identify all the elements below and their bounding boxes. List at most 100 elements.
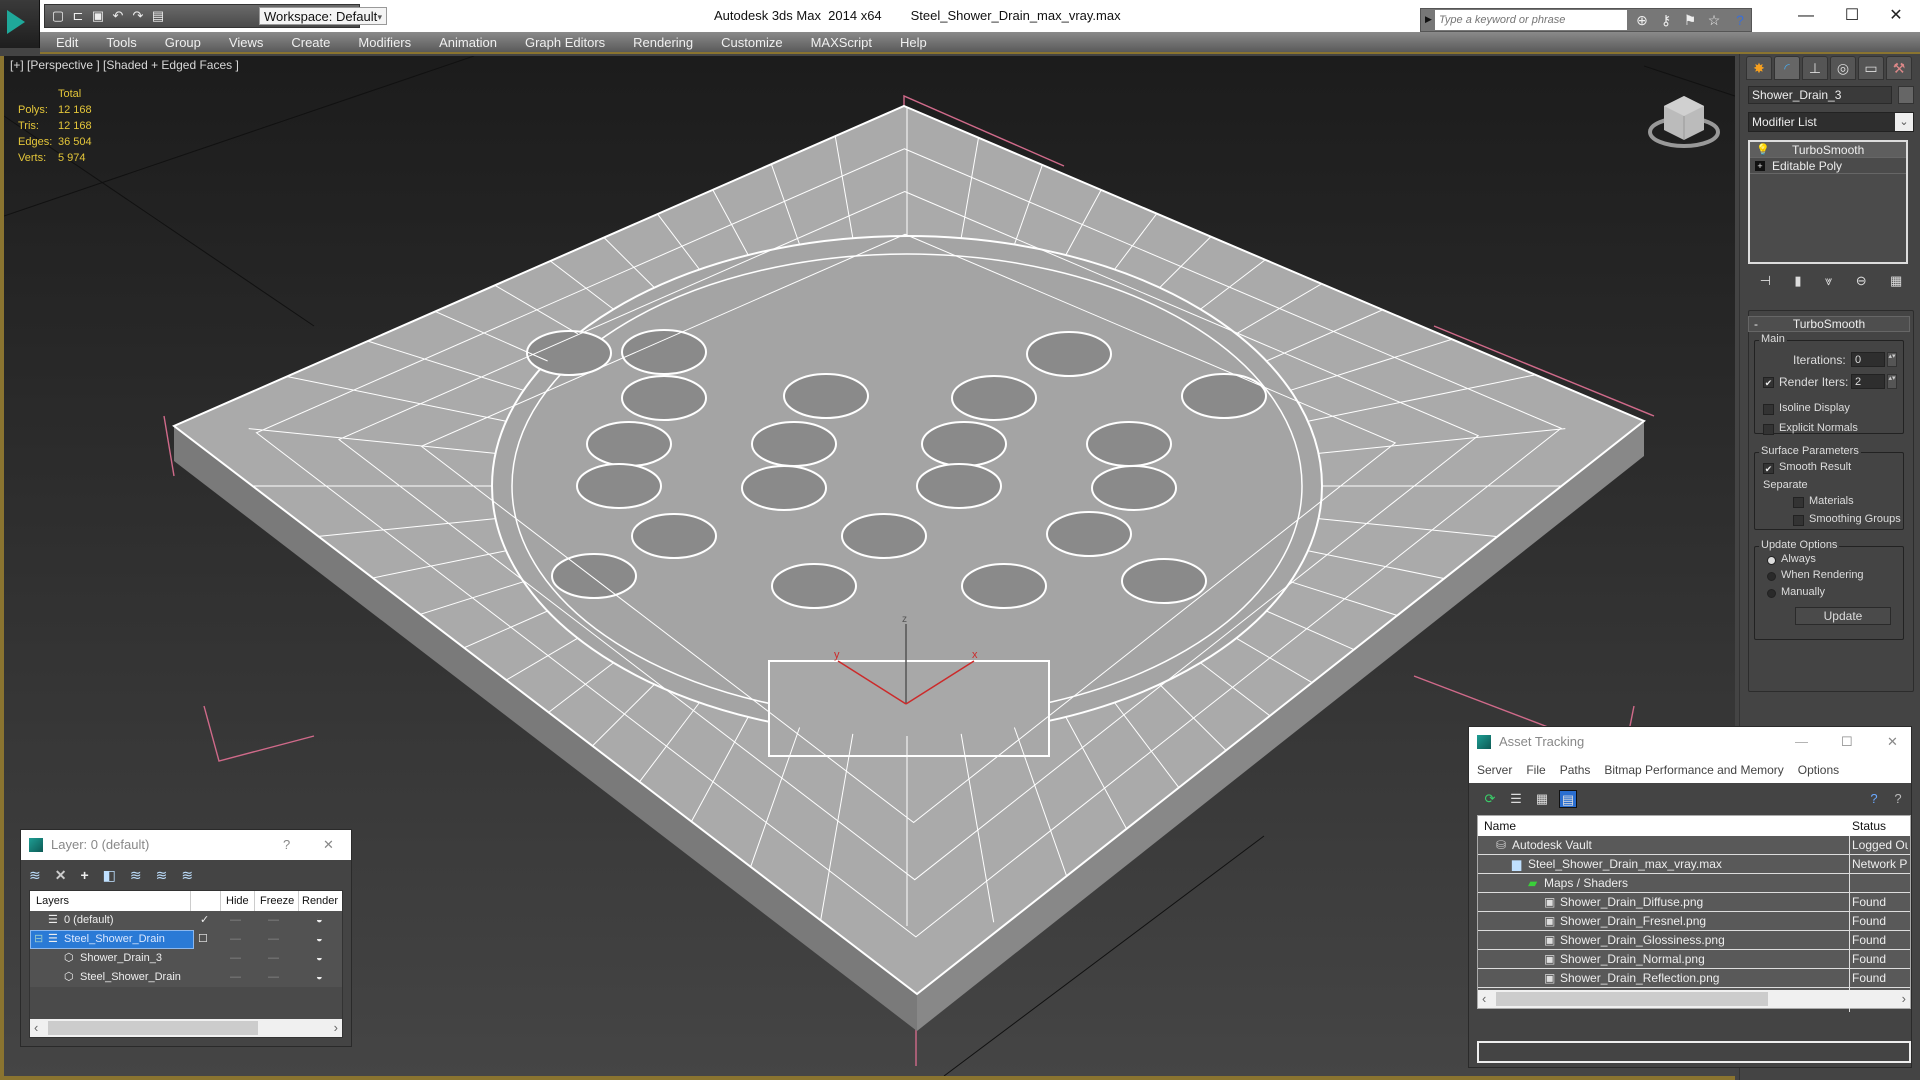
asset-row[interactable]: ▆ Steel_Shower_Drain_max_vray.max Network … bbox=[1478, 855, 1910, 874]
help-icon[interactable]: ? bbox=[1865, 790, 1883, 808]
minimize-button[interactable]: — bbox=[1795, 727, 1808, 757]
layer-row[interactable]: ⬡ Shower_Drain_3 — — ◒ bbox=[30, 949, 342, 968]
render-teapot-icon[interactable]: ◒ bbox=[316, 949, 323, 968]
freeze-toggle[interactable]: — bbox=[268, 930, 279, 949]
hide-toggle[interactable]: — bbox=[230, 968, 241, 987]
stack-item-turbosmooth[interactable]: 💡 TurboSmooth bbox=[1750, 142, 1906, 158]
maximize-button[interactable]: ☐ bbox=[1841, 727, 1853, 757]
spinner-arrows-icon[interactable]: ▴▾ bbox=[1887, 352, 1897, 367]
menu-group[interactable]: Group bbox=[149, 35, 213, 50]
menu-graph-editors[interactable]: Graph Editors bbox=[509, 35, 617, 50]
menu-edit[interactable]: Edit bbox=[40, 35, 90, 50]
column-freeze[interactable]: Freeze bbox=[260, 891, 294, 911]
render-iters-checkbox[interactable]: ✔ bbox=[1763, 377, 1774, 388]
when-rendering-radio[interactable] bbox=[1767, 572, 1776, 581]
close-button[interactable]: ✕ bbox=[1876, 4, 1916, 28]
display-tab-icon[interactable]: ▭ bbox=[1858, 56, 1884, 80]
help-search-input[interactable] bbox=[1435, 10, 1627, 30]
menu-views[interactable]: Views bbox=[213, 35, 275, 50]
menu-modifiers[interactable]: Modifiers bbox=[342, 35, 423, 50]
menu-animation[interactable]: Animation bbox=[423, 35, 509, 50]
menu-rendering[interactable]: Rendering bbox=[617, 35, 705, 50]
show-end-result-icon[interactable]: ▮ bbox=[1794, 273, 1801, 289]
scrollbar-thumb[interactable] bbox=[1496, 992, 1768, 1006]
menu-maxscript[interactable]: MAXScript bbox=[795, 35, 884, 50]
menu-help[interactable]: Help bbox=[884, 35, 939, 50]
freeze-toggle[interactable]: — bbox=[268, 911, 279, 930]
menu-options[interactable]: Options bbox=[1798, 757, 1839, 783]
layer-row[interactable]: ⬡ Steel_Shower_Drain — — ◒ bbox=[30, 968, 342, 987]
update-button[interactable]: Update bbox=[1795, 607, 1891, 625]
menu-create[interactable]: Create bbox=[275, 35, 342, 50]
scrollbar-thumb[interactable] bbox=[48, 1021, 258, 1035]
hide-toggle[interactable]: — bbox=[230, 930, 241, 949]
configure-sets-icon[interactable]: ▦ bbox=[1890, 273, 1902, 289]
layer-row[interactable]: ☰ 0 (default) ✓ — — ◒ bbox=[30, 911, 342, 930]
viewcube[interactable] bbox=[1644, 86, 1724, 156]
menu-server[interactable]: Server bbox=[1477, 757, 1512, 783]
list-view-icon[interactable]: ☰ bbox=[1507, 790, 1525, 808]
collapse-icon[interactable]: ⊟ bbox=[34, 930, 43, 949]
whats-this-icon[interactable]: ? bbox=[1889, 790, 1907, 808]
render-teapot-icon[interactable]: ◒ bbox=[316, 968, 323, 987]
remove-modifier-icon[interactable]: ⊖ bbox=[1856, 273, 1867, 289]
spinner-arrows-icon[interactable]: ▴▾ bbox=[1887, 374, 1897, 389]
new-file-icon[interactable]: ▢ bbox=[51, 9, 65, 23]
utilities-tab-icon[interactable]: ⚒ bbox=[1886, 56, 1912, 80]
play-icon[interactable]: ▶ bbox=[1425, 14, 1432, 25]
hierarchy-tab-icon[interactable]: ⊥ bbox=[1802, 56, 1828, 80]
expand-icon[interactable]: + bbox=[1755, 161, 1765, 171]
lightbulb-icon[interactable]: 💡 bbox=[1756, 142, 1770, 158]
asset-path-status-field[interactable] bbox=[1477, 1041, 1911, 1063]
select-objects-icon[interactable]: ◧ bbox=[103, 867, 116, 884]
menu-tools[interactable]: Tools bbox=[90, 35, 148, 50]
menu-bitmap-performance[interactable]: Bitmap Performance and Memory bbox=[1604, 757, 1783, 783]
modify-tab-icon[interactable]: ◜ bbox=[1774, 56, 1800, 80]
asset-row[interactable]: ▣ Shower_Drain_Fresnel.png Found bbox=[1478, 912, 1910, 931]
binoculars-icon[interactable]: ⊕ bbox=[1633, 12, 1651, 28]
maximize-button[interactable]: ☐ bbox=[1832, 4, 1872, 28]
workspace-dropdown[interactable]: Workspace: Default ▾ bbox=[259, 7, 387, 25]
save-icon[interactable]: ▣ bbox=[91, 9, 105, 23]
column-hide[interactable]: Hide bbox=[226, 891, 249, 911]
scroll-right-icon[interactable]: › bbox=[1902, 990, 1906, 1008]
asset-row[interactable]: ⛁ Autodesk Vault Logged Ou bbox=[1478, 836, 1910, 855]
delete-layer-icon[interactable]: ✕ bbox=[55, 867, 67, 884]
pin-stack-icon[interactable]: ⊣ bbox=[1760, 273, 1771, 289]
viewport-label[interactable]: [+] [Perspective ] [Shaded + Edged Faces… bbox=[10, 58, 239, 72]
motion-tab-icon[interactable]: ◎ bbox=[1830, 56, 1856, 80]
asset-row[interactable]: ▣ Shower_Drain_Reflection.png Found bbox=[1478, 969, 1910, 988]
make-unique-icon[interactable]: ⩔ bbox=[1825, 273, 1832, 289]
close-button[interactable]: ✕ bbox=[323, 830, 334, 860]
object-color-swatch[interactable] bbox=[1898, 86, 1914, 104]
asset-row[interactable]: ▣ Shower_Drain_Normal.png Found bbox=[1478, 950, 1910, 969]
materials-checkbox[interactable] bbox=[1793, 497, 1804, 508]
render-iters-spinner[interactable]: 2 bbox=[1851, 374, 1885, 389]
star-icon[interactable]: ☆ bbox=[1705, 12, 1723, 28]
stack-item-editable-poly[interactable]: + Editable Poly bbox=[1750, 158, 1906, 174]
help-button[interactable]: ? bbox=[283, 830, 290, 860]
help-icon[interactable]: ? bbox=[1731, 12, 1749, 28]
asset-row[interactable]: ▣ Shower_Drain_Glossiness.png Found bbox=[1478, 931, 1910, 950]
key-icon[interactable]: ⚷ bbox=[1657, 12, 1675, 28]
menu-file[interactable]: File bbox=[1526, 757, 1545, 783]
minimize-button[interactable]: — bbox=[1786, 4, 1826, 28]
create-tab-icon[interactable]: ✸ bbox=[1746, 56, 1772, 80]
current-layer-check-icon[interactable]: ✓ bbox=[200, 911, 209, 930]
always-radio[interactable] bbox=[1767, 556, 1776, 565]
iterations-spinner[interactable]: 0 bbox=[1851, 352, 1885, 367]
current-layer-box-icon[interactable]: ☐ bbox=[198, 930, 208, 949]
add-to-layer-icon[interactable]: + bbox=[80, 867, 88, 883]
column-render[interactable]: Render bbox=[302, 891, 338, 911]
render-teapot-icon[interactable]: ◒ bbox=[316, 911, 323, 930]
app-menu-button[interactable] bbox=[0, 0, 40, 48]
undo-icon[interactable]: ↶ bbox=[111, 9, 125, 23]
project-folder-icon[interactable]: ▤ bbox=[151, 9, 165, 23]
asset-horizontal-scrollbar[interactable]: ‹ › bbox=[1478, 990, 1910, 1008]
hide-toggle[interactable]: — bbox=[230, 911, 241, 930]
table-view-icon[interactable]: ▤ bbox=[1559, 790, 1577, 808]
freeze-toggle[interactable]: — bbox=[268, 949, 279, 968]
modifier-list-dropdown[interactable]: Modifier List ⌄ bbox=[1748, 112, 1914, 132]
redo-icon[interactable]: ↷ bbox=[131, 9, 145, 23]
manually-radio[interactable] bbox=[1767, 589, 1776, 598]
